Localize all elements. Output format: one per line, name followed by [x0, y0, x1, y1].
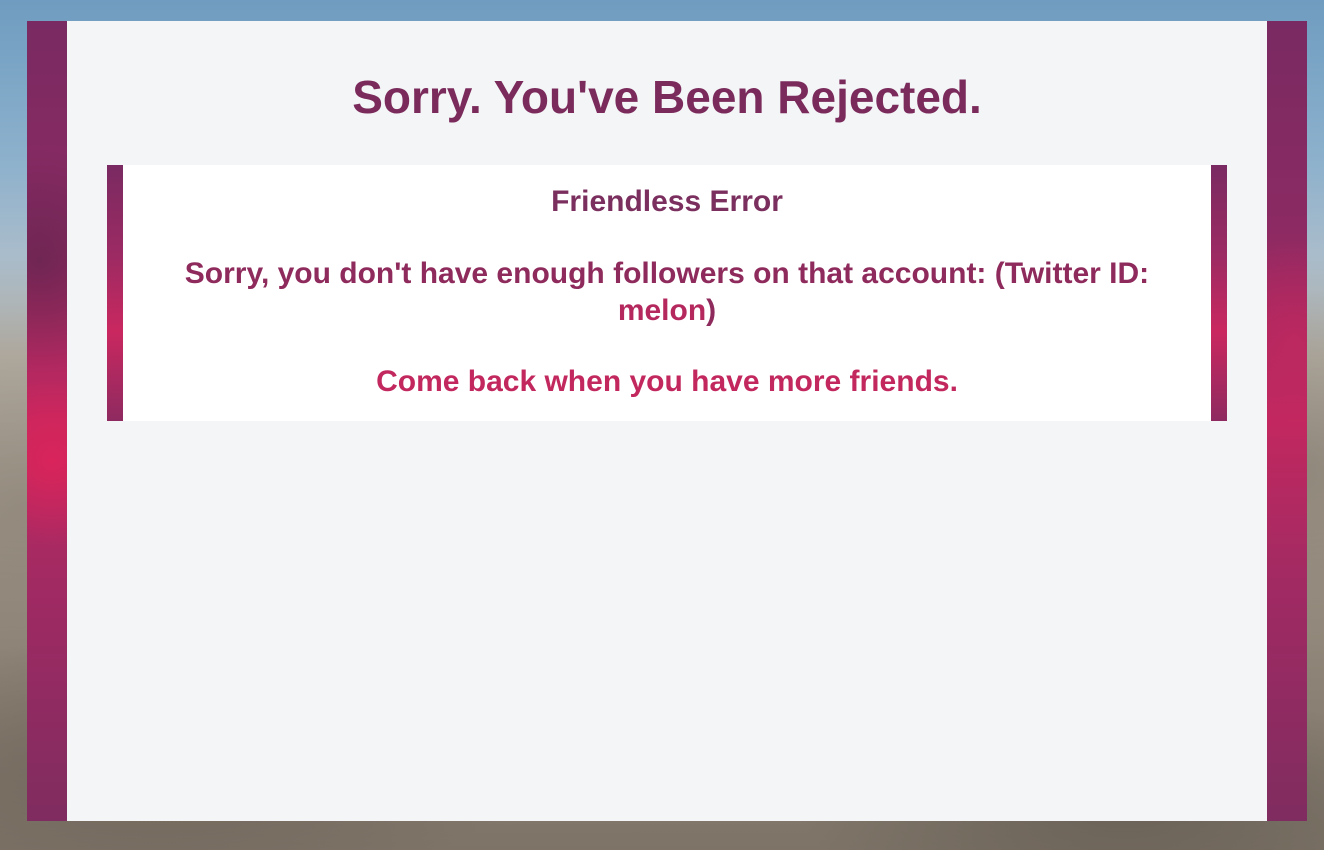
- content-panel: Sorry. You've Been Rejected. Friendless …: [67, 21, 1267, 821]
- error-detail: Sorry, you don't have enough followers o…: [143, 255, 1191, 329]
- error-detail-text: Sorry, you don't have enough followers o…: [184, 257, 1150, 290]
- error-detail-close: ): [706, 294, 717, 327]
- error-footer: Come back when you have more friends.: [376, 365, 958, 398]
- page-title: Sorry. You've Been Rejected.: [352, 71, 982, 123]
- error-message-content: Friendless Error Sorry, you don't have e…: [123, 165, 1211, 421]
- error-message-box: Friendless Error Sorry, you don't have e…: [107, 165, 1227, 421]
- error-heading: Friendless Error: [551, 185, 783, 218]
- page-frame: Sorry. You've Been Rejected. Friendless …: [27, 21, 1307, 821]
- twitter-id: melon: [617, 294, 707, 327]
